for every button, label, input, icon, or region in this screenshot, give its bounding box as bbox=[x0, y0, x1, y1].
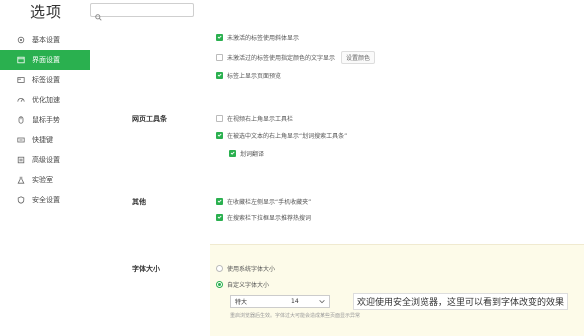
font-size-hint: 重启浏览器后生效。字体过大可能会造成某些页面显示异常 bbox=[230, 313, 361, 319]
mouse-icon bbox=[16, 115, 26, 125]
search-box[interactable] bbox=[90, 3, 194, 21]
option-label: 在搜索栏下拉框显示推荐热搜词 bbox=[227, 214, 312, 222]
checkbox-checked-icon[interactable] bbox=[216, 33, 223, 41]
font-preview-text: 欢迎使用安全浏览器，这里可以看到字体改变的效果 bbox=[353, 293, 569, 310]
sidebar-item-label: 高级设置 bbox=[32, 156, 60, 164]
option-system-font-size[interactable]: 使用系统字体大小 bbox=[216, 263, 275, 273]
lab-icon bbox=[16, 175, 26, 185]
sidebar-item-gestures[interactable]: 鼠标手势 bbox=[0, 110, 90, 130]
option-label: 在收藏栏左侧显示“手机收藏夹” bbox=[227, 198, 312, 206]
option-label: 未激活的标签使用斜体显示 bbox=[227, 34, 300, 42]
checkbox-checked-icon[interactable] bbox=[216, 213, 223, 221]
sidebar-item-interface[interactable]: 界面设置 bbox=[0, 50, 90, 70]
tab-icon bbox=[16, 75, 26, 85]
sidebar-item-advanced[interactable]: 高级设置 bbox=[0, 150, 90, 170]
checkbox-unchecked-icon[interactable] bbox=[216, 53, 223, 61]
option-label: 标签上显示页面预览 bbox=[227, 72, 282, 80]
sidebar-item-label: 优化加速 bbox=[32, 96, 60, 104]
checkbox-checked-icon[interactable] bbox=[216, 197, 223, 205]
option-video-toolbar[interactable]: 在视频右上角显示工具栏 bbox=[216, 113, 293, 123]
option-hot-search[interactable]: 在搜索栏下拉框显示推荐热搜词 bbox=[216, 212, 311, 222]
checkbox-checked-icon[interactable] bbox=[229, 149, 236, 157]
font-size-select-value: 特大 bbox=[235, 299, 248, 306]
section-label-font-size: 字体大小 bbox=[132, 265, 160, 273]
sidebar-item-label: 安全设置 bbox=[32, 196, 60, 204]
sidebar-item-tabs[interactable]: 标签设置 bbox=[0, 70, 90, 90]
option-label: 使用系统字体大小 bbox=[227, 265, 276, 273]
option-word-translate[interactable]: 划词翻译 bbox=[229, 148, 264, 158]
font-size-select[interactable]: 特大 14 bbox=[230, 295, 330, 308]
search-input[interactable] bbox=[105, 4, 191, 16]
option-label: 自定义字体大小 bbox=[227, 281, 270, 289]
font-size-panel: 使用系统字体大小 自定义字体大小 特大 14 欢迎使用安全浏览器，这里可以看到字… bbox=[210, 244, 584, 336]
sidebar-item-label: 标签设置 bbox=[32, 76, 60, 84]
sidebar-item-label: 鼠标手势 bbox=[32, 116, 60, 124]
option-label: 未激活过的标签使用指定颜色的文字显示 bbox=[227, 54, 336, 62]
checkbox-checked-icon[interactable] bbox=[216, 131, 223, 139]
option-label: 在视频右上角显示工具栏 bbox=[227, 115, 294, 123]
sidebar-item-shortcuts[interactable]: 快捷键 bbox=[0, 130, 90, 150]
sidebar-item-security[interactable]: 安全设置 bbox=[0, 190, 90, 210]
option-label: 划词翻译 bbox=[240, 150, 265, 158]
set-color-button[interactable]: 设置颜色 bbox=[341, 50, 376, 64]
section-label-toolbar: 网页工具条 bbox=[132, 115, 167, 123]
speed-icon bbox=[16, 95, 26, 105]
sidebar-item-basic[interactable]: 基本设置 bbox=[0, 30, 90, 50]
option-mobile-favorites[interactable]: 在收藏栏左侧显示“手机收藏夹” bbox=[216, 196, 311, 206]
option-label: 在被选中文本的右上角显示“划词搜索工具条” bbox=[227, 132, 348, 140]
font-size-number: 14 bbox=[291, 298, 299, 305]
window-icon bbox=[16, 55, 26, 65]
app-title: 选项 bbox=[30, 3, 63, 21]
radio-unchecked-icon[interactable] bbox=[216, 264, 223, 272]
settings-content: 未激活的标签使用斜体显示 未激活过的标签使用指定颜色的文字显示 设置颜色 标签上… bbox=[90, 22, 584, 336]
chevron-down-icon bbox=[319, 299, 325, 306]
section-label-other: 其他 bbox=[132, 198, 146, 206]
sidebar-item-label: 快捷键 bbox=[32, 136, 53, 144]
sidebar-item-speed[interactable]: 优化加速 bbox=[0, 90, 90, 110]
sidebar-item-lab[interactable]: 实验室 bbox=[0, 170, 90, 190]
option-custom-font-size[interactable]: 自定义字体大小 bbox=[216, 279, 269, 289]
checkbox-unchecked-icon[interactable] bbox=[216, 114, 223, 122]
sidebar-item-label: 界面设置 bbox=[32, 56, 60, 64]
advanced-icon bbox=[16, 155, 26, 165]
option-selection-toolbar[interactable]: 在被选中文本的右上角显示“划词搜索工具条” bbox=[216, 130, 347, 140]
radio-checked-icon[interactable] bbox=[216, 280, 223, 288]
option-inactive-italic[interactable]: 未激活的标签使用斜体显示 bbox=[216, 32, 299, 42]
sidebar-item-label: 实验室 bbox=[32, 176, 53, 184]
shield-icon bbox=[16, 195, 26, 205]
option-tab-preview[interactable]: 标签上显示页面预览 bbox=[216, 70, 281, 80]
option-unactivated-color[interactable]: 未激活过的标签使用指定颜色的文字显示 设置颜色 bbox=[216, 50, 376, 64]
sidebar: 基本设置 界面设置 标签设置 优化加速 鼠标手势 快捷键 高级设置 实验室 安全… bbox=[0, 30, 90, 210]
gear-icon bbox=[16, 35, 26, 45]
checkbox-checked-icon[interactable] bbox=[216, 71, 223, 79]
keyboard-icon bbox=[16, 135, 26, 145]
title-bar: 选项 bbox=[0, 0, 584, 22]
sidebar-item-label: 基本设置 bbox=[32, 36, 60, 44]
